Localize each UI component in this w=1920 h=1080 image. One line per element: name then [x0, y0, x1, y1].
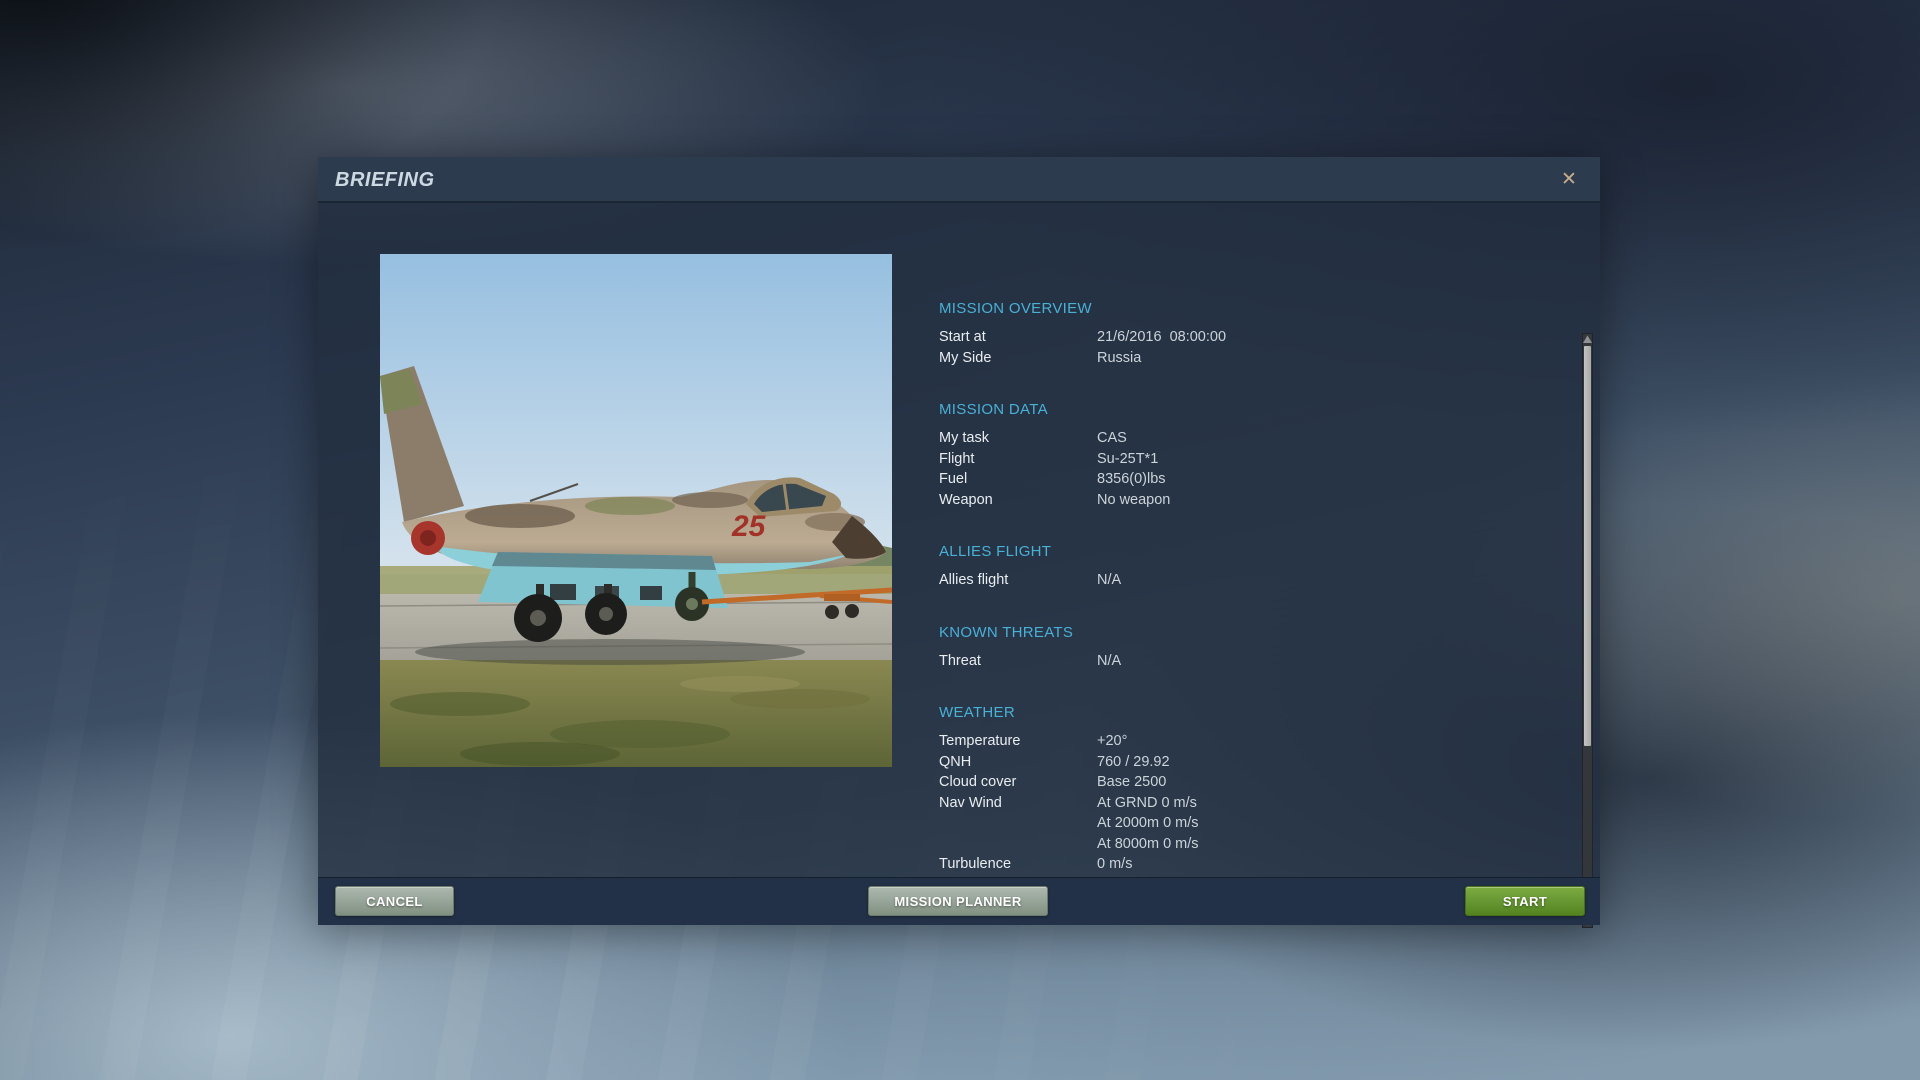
- row-value: Su-25T*1: [1097, 449, 1158, 470]
- row-value: 0 m/s: [1097, 854, 1132, 875]
- row-label: [939, 813, 1097, 834]
- briefing-row: Start at 21/6/2016 08:00:00: [939, 327, 1499, 348]
- row-value: No weapon: [1097, 490, 1170, 511]
- section-title: WEATHER: [939, 703, 1499, 723]
- section-weather: WEATHER Temperature +20° QNH 760 / 29.92…: [939, 703, 1499, 875]
- row-label: QNH: [939, 752, 1097, 773]
- briefing-row: Allies flight N/A: [939, 570, 1499, 591]
- row-label: Temperature: [939, 731, 1097, 752]
- section-mission-overview: MISSION OVERVIEW Start at 21/6/2016 08:0…: [939, 299, 1499, 368]
- row-value: 760 / 29.92: [1097, 752, 1170, 773]
- dialog-body: 25 M: [318, 203, 1600, 877]
- row-label: Turbulence: [939, 854, 1097, 875]
- row-label: Nav Wind: [939, 793, 1097, 814]
- row-label: My Side: [939, 348, 1097, 369]
- briefing-row: Weapon No weapon: [939, 490, 1499, 511]
- briefing-row: My Side Russia: [939, 348, 1499, 369]
- start-button[interactable]: START: [1465, 886, 1585, 916]
- content-scrollbar[interactable]: [1582, 333, 1593, 928]
- close-icon[interactable]: ✕: [1556, 167, 1582, 193]
- section-title: KNOWN THREATS: [939, 623, 1499, 643]
- row-value: +20°: [1097, 731, 1127, 752]
- row-value: 21/6/2016 08:00:00: [1097, 327, 1226, 348]
- row-value: At 8000m 0 m/s: [1097, 834, 1199, 855]
- scroll-up-arrow-icon[interactable]: [1583, 334, 1592, 343]
- row-value: Russia: [1097, 348, 1141, 369]
- row-label: Weapon: [939, 490, 1097, 511]
- row-value: Base 2500: [1097, 772, 1166, 793]
- row-label: Cloud cover: [939, 772, 1097, 793]
- section-title: MISSION DATA: [939, 400, 1499, 420]
- briefing-dialog: BRIEFING ✕: [318, 157, 1600, 925]
- row-value: At 2000m 0 m/s: [1097, 813, 1199, 834]
- briefing-row: My task CAS: [939, 428, 1499, 449]
- dialog-footer: CANCEL MISSION PLANNER START: [318, 877, 1600, 925]
- dialog-header: BRIEFING ✕: [318, 157, 1600, 203]
- mission-planner-button[interactable]: MISSION PLANNER: [868, 886, 1048, 916]
- briefing-row: At 8000m 0 m/s: [939, 834, 1499, 855]
- cancel-button[interactable]: CANCEL: [335, 886, 454, 916]
- section-allies-flight: ALLIES FLIGHT Allies flight N/A: [939, 542, 1499, 591]
- row-value: CAS: [1097, 428, 1127, 449]
- section-title: ALLIES FLIGHT: [939, 542, 1499, 562]
- section-title: MISSION OVERVIEW: [939, 299, 1499, 319]
- briefing-row: Temperature +20°: [939, 731, 1499, 752]
- briefing-row: Fuel 8356(0)lbs: [939, 469, 1499, 490]
- su25-photo-illustration: 25: [380, 254, 892, 767]
- briefing-row: Threat N/A: [939, 651, 1499, 672]
- scrollbar-thumb[interactable]: [1584, 346, 1591, 746]
- row-label: Fuel: [939, 469, 1097, 490]
- row-label: Allies flight: [939, 570, 1097, 591]
- mission-aircraft-photo: 25: [380, 254, 892, 767]
- briefing-content: MISSION OVERVIEW Start at 21/6/2016 08:0…: [939, 299, 1499, 907]
- row-label: Start at: [939, 327, 1097, 348]
- row-value: N/A: [1097, 570, 1121, 591]
- row-label: Threat: [939, 651, 1097, 672]
- briefing-row: At 2000m 0 m/s: [939, 813, 1499, 834]
- briefing-row: Nav Wind At GRND 0 m/s: [939, 793, 1499, 814]
- aircraft-number: 25: [731, 510, 767, 543]
- row-label: Flight: [939, 449, 1097, 470]
- section-known-threats: KNOWN THREATS Threat N/A: [939, 623, 1499, 672]
- briefing-row: Cloud cover Base 2500: [939, 772, 1499, 793]
- dialog-title: BRIEFING: [335, 169, 435, 192]
- row-label: My task: [939, 428, 1097, 449]
- row-value: At GRND 0 m/s: [1097, 793, 1197, 814]
- row-value: 8356(0)lbs: [1097, 469, 1166, 490]
- section-mission-data: MISSION DATA My task CAS Flight Su-25T*1…: [939, 400, 1499, 510]
- row-label: [939, 834, 1097, 855]
- briefing-row: Turbulence 0 m/s: [939, 854, 1499, 875]
- briefing-row: Flight Su-25T*1: [939, 449, 1499, 470]
- briefing-row: QNH 760 / 29.92: [939, 752, 1499, 773]
- row-value: N/A: [1097, 651, 1121, 672]
